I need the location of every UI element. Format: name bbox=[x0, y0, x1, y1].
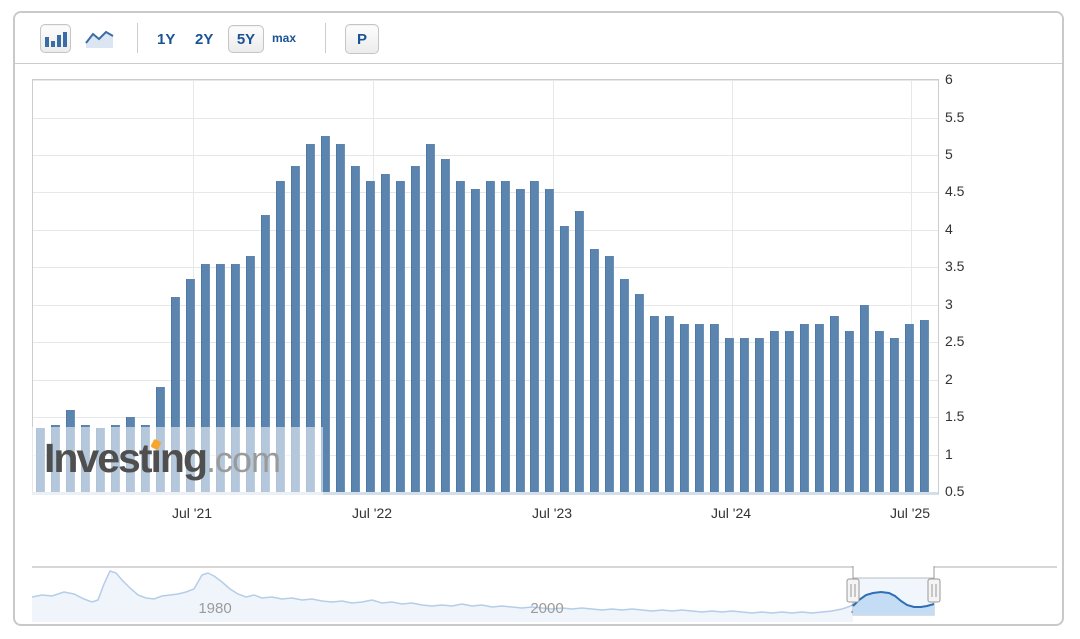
bar[interactable] bbox=[411, 166, 420, 492]
bar[interactable] bbox=[650, 316, 659, 492]
y-tick-label: 6 bbox=[945, 71, 953, 87]
bar[interactable] bbox=[441, 159, 450, 492]
bar[interactable] bbox=[695, 324, 704, 493]
range-1y-button[interactable]: 1Y bbox=[157, 31, 175, 48]
y-tick-label: 3.5 bbox=[945, 258, 964, 274]
bar[interactable] bbox=[620, 279, 629, 493]
navigator-right-handle[interactable] bbox=[928, 579, 940, 602]
bar[interactable] bbox=[845, 331, 854, 492]
y-tick-label: 1 bbox=[945, 446, 953, 462]
bar[interactable] bbox=[545, 189, 554, 492]
chart-widget: 1Y 2Y 5Y max P 65.554.543.532.521.510.5 … bbox=[13, 11, 1064, 626]
bar[interactable] bbox=[605, 256, 614, 492]
bar[interactable] bbox=[890, 338, 899, 492]
x-tick-label: Jul '21 bbox=[172, 505, 212, 521]
bar[interactable] bbox=[785, 331, 794, 492]
bar[interactable] bbox=[486, 181, 495, 492]
bar[interactable] bbox=[860, 305, 869, 492]
bar[interactable] bbox=[830, 316, 839, 492]
investing-com-logo: Investıng.com bbox=[44, 435, 280, 482]
bar[interactable] bbox=[336, 144, 345, 492]
bar[interactable] bbox=[800, 324, 809, 493]
y-tick-label: 0.5 bbox=[945, 483, 964, 499]
navigator-year-label: 2000 bbox=[530, 600, 563, 617]
bar[interactable] bbox=[725, 338, 734, 492]
h-gridline bbox=[33, 118, 938, 119]
bar[interactable] bbox=[351, 166, 360, 492]
y-tick-label: 4.5 bbox=[945, 183, 964, 199]
toolbar: 1Y 2Y 5Y max P bbox=[15, 13, 1062, 64]
range-2y-button[interactable]: 2Y bbox=[195, 31, 213, 48]
bar[interactable] bbox=[396, 181, 405, 492]
bar[interactable] bbox=[770, 331, 779, 492]
bar-chart-type-button[interactable] bbox=[40, 24, 71, 53]
bar[interactable] bbox=[740, 338, 749, 492]
x-tick-label: Jul '25 bbox=[890, 505, 930, 521]
y-tick-label: 3 bbox=[945, 296, 953, 312]
navigator-year-label: 1980 bbox=[198, 600, 231, 617]
bar[interactable] bbox=[755, 338, 764, 492]
bar[interactable] bbox=[875, 331, 884, 492]
y-tick-label: 2.5 bbox=[945, 333, 964, 349]
bar[interactable] bbox=[501, 181, 510, 492]
y-tick-label: 1.5 bbox=[945, 408, 964, 424]
bar[interactable] bbox=[905, 324, 914, 493]
bar[interactable] bbox=[590, 249, 599, 493]
h-gridline bbox=[33, 155, 938, 156]
range-navigator[interactable]: 198020002020 bbox=[32, 562, 1057, 626]
x-tick-label: Jul '23 bbox=[532, 505, 572, 521]
bar[interactable] bbox=[560, 226, 569, 492]
bar[interactable] bbox=[680, 324, 689, 493]
navigator-series-area bbox=[32, 571, 853, 622]
h-gridline bbox=[33, 80, 938, 81]
range-max-button[interactable]: max bbox=[272, 31, 296, 45]
line-chart-type-button[interactable] bbox=[85, 28, 115, 50]
watermark-box: Investıng.com bbox=[32, 427, 323, 495]
bar[interactable] bbox=[366, 181, 375, 492]
bar[interactable] bbox=[815, 324, 824, 493]
range-5y-button-selected[interactable]: 5Y bbox=[228, 25, 264, 53]
y-tick-label: 5 bbox=[945, 146, 953, 162]
p-button-label: P bbox=[357, 31, 367, 48]
bar[interactable] bbox=[471, 189, 480, 492]
bar[interactable] bbox=[665, 316, 674, 492]
bar[interactable] bbox=[516, 189, 525, 492]
y-tick-label: 2 bbox=[945, 371, 953, 387]
x-tick-label: Jul '22 bbox=[352, 505, 392, 521]
bar[interactable] bbox=[575, 211, 584, 492]
y-tick-label: 5.5 bbox=[945, 109, 964, 125]
navigator-left-handle[interactable] bbox=[847, 579, 859, 602]
bar[interactable] bbox=[381, 174, 390, 492]
bar[interactable] bbox=[530, 181, 539, 492]
toolbar-divider bbox=[325, 23, 326, 53]
bar-chart-icon bbox=[45, 31, 67, 47]
p-button[interactable]: P bbox=[345, 24, 379, 54]
range-5y-label: 5Y bbox=[237, 31, 255, 48]
y-tick-label: 4 bbox=[945, 221, 953, 237]
bar[interactable] bbox=[456, 181, 465, 492]
bar[interactable] bbox=[426, 144, 435, 492]
bar[interactable] bbox=[920, 320, 929, 492]
bar[interactable] bbox=[635, 294, 644, 493]
bar[interactable] bbox=[710, 324, 719, 493]
toolbar-divider bbox=[137, 23, 138, 53]
x-tick-label: Jul '24 bbox=[711, 505, 751, 521]
